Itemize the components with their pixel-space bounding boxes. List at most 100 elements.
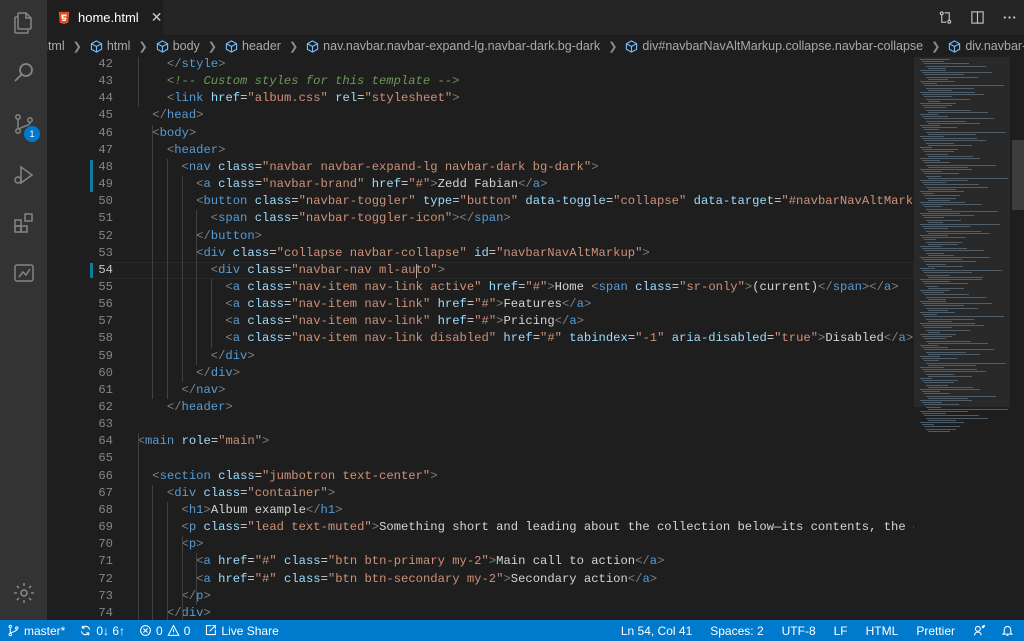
run-debug-icon[interactable] xyxy=(0,155,47,195)
line-number: 50 xyxy=(98,194,113,209)
code-line[interactable]: 44 <link href="album.css" rel="styleshee… xyxy=(47,90,914,107)
code-editor[interactable]: 42 </style> 43 <!-- Custom styles for thi… xyxy=(47,57,914,620)
breadcrumb-item[interactable]: body ❯ xyxy=(154,39,223,53)
code-line[interactable]: 54 <div class="navbar-nav ml-auto"> xyxy=(47,261,914,279)
minimap-line xyxy=(926,296,986,298)
code-line[interactable]: 51 <span class="navbar-toggler-icon"></s… xyxy=(47,210,914,227)
code-line[interactable]: 61 </nav> xyxy=(47,382,914,399)
minimap-line xyxy=(924,382,954,384)
branch-status[interactable]: master* xyxy=(0,620,72,641)
code-line[interactable]: 66 <section class="jumbotron text-center… xyxy=(47,468,914,485)
breadcrumb-item[interactable]: div#navbarNavAltMarkup.collapse.navbar-c… xyxy=(623,39,946,53)
breadcrumb-item[interactable]: html ❯ xyxy=(88,39,154,53)
code-line[interactable]: 60 </div> xyxy=(47,365,914,382)
code-line[interactable]: 71 <a href="#" class="btn btn-primary my… xyxy=(47,553,914,570)
code-line[interactable]: 43 <!-- Custom styles for this template … xyxy=(47,73,914,90)
code-text: <header> xyxy=(166,142,226,157)
code-line[interactable]: 53 <div class="collapse navbar-collapse"… xyxy=(47,245,914,262)
code-line[interactable]: 45 </head> xyxy=(47,107,914,124)
code-line[interactable]: 62 </header> xyxy=(47,399,914,416)
minimap-line xyxy=(922,215,974,217)
indentation-status[interactable]: Spaces: 2 xyxy=(701,620,772,641)
minimap-line xyxy=(924,118,994,120)
live-share-status[interactable]: Live Share xyxy=(197,620,285,641)
code-line[interactable]: 73 </p> xyxy=(47,588,914,605)
code-line[interactable]: 57 <a class="nav-item nav-link" href="#"… xyxy=(47,313,914,330)
breadcrumb-item[interactable]: nav.navbar.navbar-expand-lg.navbar-dark.… xyxy=(304,39,623,53)
minimap-line xyxy=(924,393,950,395)
activity-bar: 1 xyxy=(0,0,47,620)
code-line[interactable]: 74 </div> xyxy=(47,605,914,620)
minimap-line xyxy=(922,226,970,228)
feedback-icon[interactable] xyxy=(964,620,995,641)
code-line[interactable]: 55 <a class="nav-item nav-link active" h… xyxy=(47,279,914,296)
minimap-line xyxy=(920,411,968,412)
language-mode[interactable]: HTML xyxy=(857,620,908,641)
minimap-line xyxy=(926,329,970,331)
compare-changes-icon[interactable] xyxy=(936,9,954,27)
minimap-line xyxy=(926,406,941,408)
minimap-line xyxy=(924,151,954,153)
minimap-line xyxy=(926,120,966,122)
minimap-line xyxy=(926,318,974,320)
minimap-line xyxy=(926,252,944,254)
code-line[interactable]: 49 <a class="navbar-brand" href="#">Zedd… xyxy=(47,176,914,193)
code-line[interactable]: 72 <a href="#" class="btn btn-secondary … xyxy=(47,571,914,588)
split-editor-icon[interactable] xyxy=(968,9,986,27)
code-line[interactable]: 69 <p class="lead text-muted">Something … xyxy=(47,519,914,536)
code-line[interactable]: 68 <h1>Album example</h1> xyxy=(47,502,914,519)
code-line[interactable]: 70 <p> xyxy=(47,536,914,553)
notifications-bell-icon[interactable] xyxy=(995,620,1024,641)
line-number: 66 xyxy=(98,468,113,483)
text-cursor xyxy=(416,263,418,278)
minimap-line xyxy=(924,239,936,241)
tab-home-html[interactable]: home.html ✕ xyxy=(47,0,163,35)
line-number: 48 xyxy=(98,159,113,174)
code-line[interactable]: 47 <header> xyxy=(47,142,914,159)
breadcrumb-label: div.navbar-nav.ml-a xyxy=(965,39,1024,53)
minimap-line xyxy=(922,413,946,415)
code-line[interactable]: 42 </style> xyxy=(47,57,914,73)
code-line[interactable]: 63 xyxy=(47,416,914,433)
line-number: 64 xyxy=(98,434,113,449)
code-line[interactable]: 64 <main role="main"> xyxy=(47,433,914,450)
code-text: </head> xyxy=(152,108,204,123)
close-tab-icon[interactable]: ✕ xyxy=(151,9,163,26)
more-actions-icon[interactable] xyxy=(1000,9,1018,27)
formatter-status[interactable]: Prettier xyxy=(907,620,964,641)
code-line[interactable]: 67 <div class="container"> xyxy=(47,485,914,502)
extensions-icon[interactable] xyxy=(0,203,47,243)
code-line[interactable]: 46 <body> xyxy=(47,125,914,142)
sync-status[interactable]: 0↓ 6↑ xyxy=(72,620,132,641)
code-line[interactable]: 48 <nav class="navbar navbar-expand-lg n… xyxy=(47,159,914,176)
source-control-icon[interactable]: 1 xyxy=(0,104,47,144)
modified-line-marker[interactable] xyxy=(90,159,93,193)
search-icon[interactable] xyxy=(0,52,47,92)
minimap-line xyxy=(922,424,934,426)
minimap-line xyxy=(920,323,975,324)
minimap[interactable] xyxy=(914,57,1024,620)
breadcrumb-item[interactable]: html ❯ xyxy=(47,39,88,53)
line-number: 59 xyxy=(98,348,113,363)
breadcrumb-item[interactable]: div.navbar-nav.ml-a xyxy=(946,39,1024,53)
code-line[interactable]: 52 </button> xyxy=(47,228,914,245)
code-line[interactable]: 56 <a class="nav-item nav-link" href="#"… xyxy=(47,296,914,313)
code-line[interactable]: 59 </div> xyxy=(47,348,914,365)
settings-gear-icon[interactable] xyxy=(0,573,47,613)
eol-status[interactable]: LF xyxy=(825,620,857,641)
modified-line-marker[interactable] xyxy=(90,262,93,278)
breadcrumb-item[interactable]: header ❯ xyxy=(223,39,304,53)
code-line[interactable]: 65 xyxy=(47,450,914,467)
problems-status[interactable]: 0 0 xyxy=(132,620,197,641)
minimap-line xyxy=(924,371,986,373)
explorer-icon[interactable] xyxy=(0,3,47,43)
code-line[interactable]: 50 <button class="navbar-toggler" type="… xyxy=(47,193,914,210)
remote-explorer-icon[interactable] xyxy=(0,253,47,293)
html5-file-icon xyxy=(57,11,71,25)
minimap-line xyxy=(922,83,937,85)
code-line[interactable]: 58 <a class="nav-item nav-link disabled"… xyxy=(47,330,914,347)
encoding-status[interactable]: UTF-8 xyxy=(773,620,825,641)
line-number: 51 xyxy=(98,211,113,226)
cursor-position[interactable]: Ln 54, Col 41 xyxy=(612,620,701,641)
vertical-scrollbar-thumb[interactable] xyxy=(1012,140,1024,210)
